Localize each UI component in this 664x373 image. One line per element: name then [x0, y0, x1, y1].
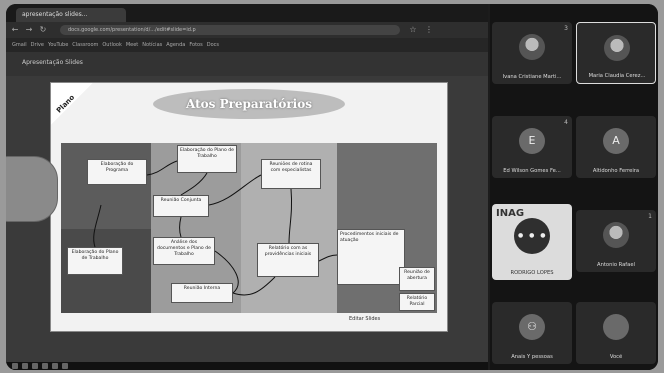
participant-tile[interactable]: 4 E Ed Wilson Gomes Fe...	[492, 116, 572, 178]
bookmark-item[interactable]: Notícias	[142, 38, 162, 52]
mail-icon[interactable]	[62, 363, 68, 369]
flow-diagram: Elaboração do Programa Elaboração do Pla…	[61, 143, 437, 313]
taskbar	[6, 362, 488, 370]
folder-icon[interactable]	[52, 363, 58, 369]
video-controls-icon: ● ● ●	[518, 232, 548, 239]
avatar	[604, 35, 630, 61]
arrow	[232, 276, 276, 296]
arrow	[146, 160, 178, 176]
bookmark-item[interactable]: Outlook	[102, 38, 121, 52]
browser-tab[interactable]: apresentação slides...	[16, 8, 126, 22]
participants-panel: 3 Ivana Cristiane Marti... Maria Claudia…	[490, 4, 658, 370]
slide-viewport: Plano Atos Preparatórios Elaboração do P…	[6, 76, 488, 362]
participant-name: Anais Y pessoas	[511, 354, 553, 360]
tab-bar: apresentação slides...	[6, 4, 488, 22]
bookmark-item[interactable]: Fotos	[189, 38, 202, 52]
doc-header: Apresentação Slides	[6, 52, 488, 76]
participant-name: Maria Claudia Cerez...	[588, 73, 646, 79]
avatar	[603, 222, 629, 248]
participant-name: Ivana Cristiane Marti...	[502, 74, 562, 80]
search-icon[interactable]	[22, 363, 28, 369]
bookmark-item[interactable]: Drive	[31, 38, 44, 52]
url-input[interactable]: docs.google.com/presentation/d/.../edit#…	[60, 25, 400, 35]
participant-tile[interactable]: INAG ● ● ● RODRIGO LOPES	[492, 204, 572, 280]
taskview-icon[interactable]	[32, 363, 38, 369]
start-icon[interactable]	[12, 363, 18, 369]
participant-name: Você	[609, 354, 623, 360]
participant-tile[interactable]: A Altidonho Ferreira	[576, 116, 656, 178]
bookmark-item[interactable]: YouTube	[48, 38, 68, 52]
arrow	[318, 254, 338, 262]
participant-number: 3	[564, 25, 568, 32]
arrow	[214, 250, 239, 294]
slide: Plano Atos Preparatórios Elaboração do P…	[50, 82, 448, 332]
arrow	[93, 204, 102, 248]
back-icon[interactable]: ←	[10, 25, 20, 35]
star-icon[interactable]: ☆	[408, 25, 418, 35]
corner-label: Plano	[55, 93, 77, 115]
bookmarks-bar: Gmail Drive YouTube Classroom Outlook Me…	[6, 38, 488, 52]
arrow	[180, 172, 208, 196]
participant-tile[interactable]: Você	[576, 302, 656, 364]
arrow	[179, 216, 182, 238]
forward-icon[interactable]: →	[24, 25, 34, 35]
bookmark-item[interactable]: Gmail	[12, 38, 27, 52]
avatar: A	[603, 128, 629, 154]
avatar	[603, 314, 629, 340]
grey-side-tab	[6, 156, 58, 222]
brand-logo: INAG	[496, 208, 525, 219]
menu-icon[interactable]: ⋮	[424, 25, 434, 35]
people-icon: ⚇	[519, 314, 545, 340]
participant-number: 1	[648, 213, 652, 220]
browser-icon[interactable]	[42, 363, 48, 369]
bookmark-item[interactable]: Docs	[207, 38, 219, 52]
participant-name: RODRIGO LOPES	[510, 270, 554, 276]
bookmark-item[interactable]: Classroom	[72, 38, 98, 52]
participant-tile[interactable]: 3 Ivana Cristiane Marti...	[492, 22, 572, 84]
participant-name: Altidonho Ferreira	[592, 168, 640, 174]
arrow	[288, 188, 293, 244]
slide-title: Atos Preparatórios	[153, 89, 345, 119]
bookmark-item[interactable]: Meet	[126, 38, 138, 52]
reload-icon[interactable]: ↻	[38, 25, 48, 35]
participant-name: Antonio Rafael	[597, 262, 635, 268]
bookmark-item[interactable]: Agenda	[166, 38, 185, 52]
participant-name: Ed Wilson Gomes Fe...	[503, 168, 561, 174]
browser-window: apresentação slides... ← → ↻ docs.google…	[6, 4, 488, 370]
avatar: E	[519, 128, 545, 154]
flow-arrows	[93, 160, 338, 296]
slide-footnote: Editar Slides	[349, 316, 381, 322]
monitor: apresentação slides... ← → ↻ docs.google…	[6, 4, 658, 370]
arrow	[208, 174, 262, 206]
doc-name[interactable]: Apresentação Slides	[22, 59, 83, 66]
participant-tile[interactable]: 1 Antonio Rafael	[576, 210, 656, 272]
slide-corner: Plano	[51, 83, 93, 125]
address-bar: ← → ↻ docs.google.com/presentation/d/...…	[6, 22, 488, 38]
participant-number: 4	[564, 119, 568, 126]
participant-tile[interactable]: Maria Claudia Cerez...	[576, 22, 656, 84]
avatar	[519, 34, 545, 60]
participant-tile[interactable]: ⚇ Anais Y pessoas	[492, 302, 572, 364]
